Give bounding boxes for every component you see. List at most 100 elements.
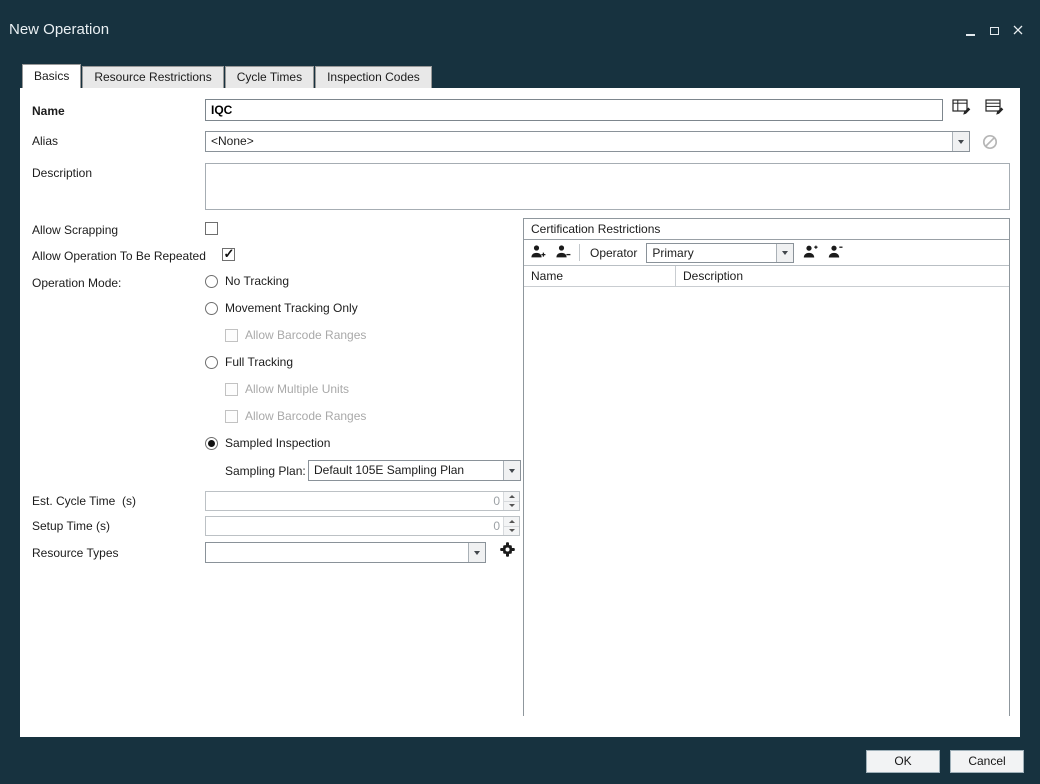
full-barcode-label: Allow Barcode Ranges [245, 409, 366, 423]
cancel-button[interactable]: Cancel [950, 750, 1024, 773]
est-cycle-up-button[interactable] [504, 492, 519, 502]
est-cycle-time-input: 0 [205, 491, 520, 511]
movement-barcode-row: Allow Barcode Ranges [225, 328, 366, 342]
sampled-inspection-label: Sampled Inspection [225, 436, 330, 450]
alias-select[interactable]: <None> [205, 131, 970, 152]
setup-time-down-button[interactable] [504, 527, 519, 536]
no-tracking-radio[interactable] [205, 275, 218, 288]
arrow-up-icon [509, 495, 515, 498]
gear-icon [499, 546, 516, 561]
movement-tracking-radio[interactable] [205, 302, 218, 315]
setup-time-stepper [503, 517, 519, 535]
column-header-name[interactable]: Name [524, 266, 676, 286]
tab-strip: Basics Resource Restrictions Cycle Times… [22, 64, 433, 88]
multiple-units-label: Allow Multiple Units [245, 382, 349, 396]
certification-restrictions-title: Certification Restrictions [524, 219, 1009, 240]
radio-sampled-inspection[interactable]: Sampled Inspection [205, 436, 330, 450]
person-add-certification-icon [530, 244, 546, 262]
close-button[interactable] [1006, 22, 1030, 40]
allow-scrapping-label: Allow Scrapping [32, 223, 118, 237]
setup-time-input: 0 [205, 516, 520, 536]
maximize-icon [990, 27, 999, 35]
add-operator-button[interactable] [801, 244, 819, 262]
window-title: New Operation [9, 21, 109, 38]
full-tracking-radio[interactable] [205, 356, 218, 369]
setup-time-up-button[interactable] [504, 517, 519, 527]
sampling-plan-select[interactable]: Default 105E Sampling Plan [308, 460, 521, 481]
clear-alias-icon [982, 134, 998, 155]
resource-types-settings-button[interactable] [497, 541, 517, 561]
radio-movement-tracking[interactable]: Movement Tracking Only [205, 301, 358, 315]
radio-no-tracking[interactable]: No Tracking [205, 274, 289, 288]
name-input[interactable] [205, 99, 943, 121]
toolbar-separator [579, 244, 580, 261]
column-header-description[interactable]: Description [676, 266, 1009, 286]
person-remove-icon [827, 244, 843, 262]
localized-table-icon [985, 98, 1005, 119]
operator-dropdown-button[interactable] [776, 244, 793, 262]
allow-repeat-label: Allow Operation To Be Repeated [32, 249, 206, 263]
ok-button[interactable]: OK [866, 750, 940, 773]
remove-operator-button[interactable] [826, 244, 844, 262]
chevron-down-icon [509, 469, 515, 473]
maximize-button[interactable] [982, 22, 1006, 40]
setup-time-value[interactable]: 0 [206, 517, 503, 535]
sampled-inspection-radio[interactable] [205, 437, 218, 450]
radio-full-tracking[interactable]: Full Tracking [205, 355, 293, 369]
multiple-units-checkbox [225, 383, 238, 396]
operator-label: Operator [590, 246, 637, 260]
resource-types-value [206, 543, 468, 562]
localized-description-button[interactable] [984, 99, 1006, 118]
tab-cycle-times[interactable]: Cycle Times [225, 66, 314, 88]
full-barcode-checkbox [225, 410, 238, 423]
add-certification-button[interactable] [529, 244, 547, 262]
operator-value: Primary [647, 244, 776, 262]
remove-certification-button[interactable] [554, 244, 572, 262]
certification-toolbar: Operator Primary [524, 240, 1009, 266]
sampling-plan-label: Sampling Plan: [225, 464, 306, 478]
resource-types-select[interactable] [205, 542, 486, 563]
est-cycle-time-stepper [503, 492, 519, 510]
arrow-down-icon [509, 529, 515, 532]
resource-types-label: Resource Types [32, 546, 119, 560]
window-controls [958, 22, 1030, 40]
name-label: Name [32, 104, 65, 118]
certification-table-body [524, 287, 1009, 716]
est-cycle-time-value[interactable]: 0 [206, 492, 503, 510]
sampling-plan-dropdown-button[interactable] [503, 461, 520, 480]
tab-resource-restrictions[interactable]: Resource Restrictions [82, 66, 223, 88]
person-add-icon [802, 244, 818, 262]
close-icon [1013, 22, 1023, 40]
allow-repeat-checkbox[interactable] [222, 248, 235, 261]
est-cycle-down-button[interactable] [504, 502, 519, 511]
minimize-icon [966, 34, 975, 36]
chevron-down-icon [958, 140, 964, 144]
alias-dropdown-button[interactable] [952, 132, 969, 151]
person-remove-certification-icon [555, 244, 571, 262]
certification-table-header: Name Description [524, 266, 1009, 287]
no-tracking-label: No Tracking [225, 274, 289, 288]
resource-types-dropdown-button[interactable] [468, 543, 485, 562]
chevron-down-icon [782, 251, 788, 255]
operation-mode-label: Operation Mode: [32, 276, 121, 290]
localized-name-button[interactable] [951, 99, 973, 118]
alias-value: <None> [206, 132, 952, 151]
localized-text-icon [952, 98, 972, 119]
description-input[interactable] [205, 163, 1010, 210]
multiple-units-row: Allow Multiple Units [225, 382, 349, 396]
movement-barcode-checkbox [225, 329, 238, 342]
arrow-down-icon [509, 504, 515, 507]
basics-tab-content: Name Alias [20, 88, 1020, 737]
setup-time-label: Setup Time (s) [32, 519, 110, 533]
est-cycle-time-label: Est. Cycle Time (s) [32, 494, 136, 508]
new-operation-window: New Operation Basics Resource Restrictio… [0, 0, 1040, 784]
movement-tracking-label: Movement Tracking Only [225, 301, 358, 315]
arrow-up-icon [509, 520, 515, 523]
allow-scrapping-checkbox[interactable] [205, 222, 218, 235]
minimize-button[interactable] [958, 22, 982, 40]
tab-inspection-codes[interactable]: Inspection Codes [315, 66, 432, 88]
certification-restrictions-panel: Certification Restrictions [523, 218, 1010, 716]
tab-basics[interactable]: Basics [22, 64, 81, 88]
operator-select[interactable]: Primary [646, 243, 794, 263]
movement-barcode-label: Allow Barcode Ranges [245, 328, 366, 342]
